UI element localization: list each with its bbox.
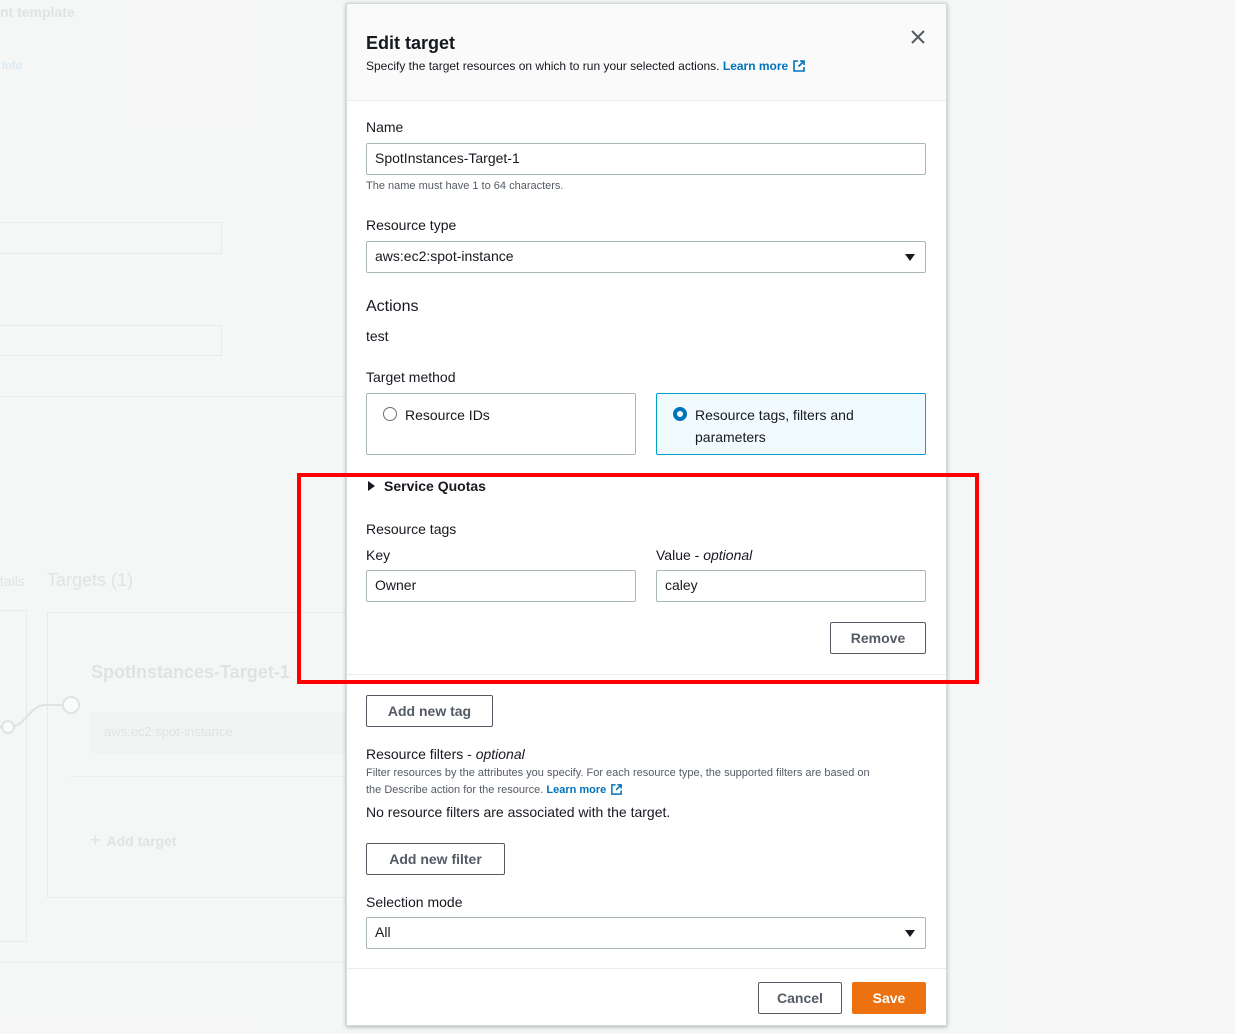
name-label: Name xyxy=(366,119,404,135)
resource-filters-label: Resource filters - optional xyxy=(366,746,525,762)
external-link-icon xyxy=(793,60,806,72)
actions-value: test xyxy=(366,328,389,344)
target-method-resource-tags[interactable]: Resource tags, filters and parameters xyxy=(656,393,926,455)
modal-description-text: Specify the target resources on which to… xyxy=(366,59,720,73)
radio-label-resource-tags: Resource tags, filters and parameters xyxy=(695,407,854,445)
radio-selected-icon xyxy=(673,407,687,421)
learn-more-link[interactable]: Learn more xyxy=(723,59,806,73)
resource-filters-desc-line1: Filter resources by the attributes you s… xyxy=(366,767,870,779)
modal-header: Edit target Specify the target resources… xyxy=(347,4,946,101)
name-input[interactable]: SpotInstances-Target-1 xyxy=(366,143,926,175)
resource-filters-label-text: Resource filters - xyxy=(366,746,476,762)
add-new-filter-button[interactable]: Add new filter xyxy=(366,843,505,875)
caret-down-icon xyxy=(905,930,915,937)
selection-mode-value: All xyxy=(375,924,391,940)
resource-filters-desc-line2: the Describe action for the resource. Le… xyxy=(366,783,623,796)
external-link-icon xyxy=(611,784,623,795)
resource-filters-optional-text: optional xyxy=(475,746,525,762)
selection-mode-label: Selection mode xyxy=(366,894,463,910)
caret-down-icon xyxy=(905,254,915,261)
actions-title: Actions xyxy=(366,298,419,315)
add-new-tag-button[interactable]: Add new tag xyxy=(366,695,493,727)
target-method-resource-ids[interactable]: Resource IDs xyxy=(366,393,636,455)
filters-learn-more-link[interactable]: Learn more xyxy=(546,784,623,796)
resource-filters-desc-text: the Describe action for the resource. xyxy=(366,784,544,796)
target-method-label: Target method xyxy=(366,369,456,385)
filters-learn-more-label: Learn more xyxy=(546,784,607,796)
resource-type-value: aws:ec2:spot-instance xyxy=(375,248,514,264)
radio-label-resource-ids: Resource IDs xyxy=(405,407,490,423)
modal-description: Specify the target resources on which to… xyxy=(366,59,806,73)
name-hint: The name must have 1 to 64 characters. xyxy=(366,180,564,192)
cancel-button[interactable]: Cancel xyxy=(758,982,842,1014)
modal-title: Edit target xyxy=(366,33,456,53)
highlight-annotation-box xyxy=(297,473,979,684)
modal-footer-divider xyxy=(347,968,946,969)
close-icon[interactable] xyxy=(907,26,929,48)
save-button[interactable]: Save xyxy=(852,982,926,1014)
resource-filters-empty: No resource filters are associated with … xyxy=(366,804,671,820)
learn-more-label: Learn more xyxy=(722,59,789,73)
resource-type-select[interactable]: aws:ec2:spot-instance xyxy=(366,241,926,273)
resource-type-label: Resource type xyxy=(366,217,457,233)
selection-mode-select[interactable]: All xyxy=(366,917,926,949)
radio-unselected-icon xyxy=(383,407,397,421)
